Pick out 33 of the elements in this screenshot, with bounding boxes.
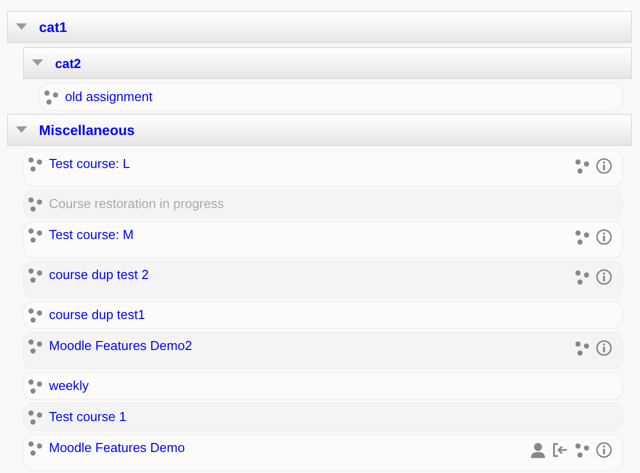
course-name[interactable]: Test course 1 xyxy=(49,409,126,425)
course-name[interactable]: Test course: M xyxy=(49,227,134,243)
network-icon xyxy=(27,227,43,243)
network-icon xyxy=(27,196,43,212)
expand-icon[interactable] xyxy=(16,23,27,31)
course-name[interactable]: Moodle Features Demo2 xyxy=(49,338,192,354)
expand-icon[interactable] xyxy=(16,126,27,134)
category-name[interactable]: cat1 xyxy=(39,19,68,35)
info-icon[interactable] xyxy=(596,158,612,174)
info-icon[interactable] xyxy=(596,442,612,458)
course-name[interactable]: course dup test1 xyxy=(49,307,146,323)
network-icon xyxy=(27,156,43,172)
course-name[interactable]: Moodle Features Demo xyxy=(49,440,185,456)
info-icon[interactable] xyxy=(596,269,612,285)
expand-icon[interactable] xyxy=(32,59,43,67)
course-name[interactable]: course dup test 2 xyxy=(49,267,149,283)
category-header[interactable]: Miscellaneous xyxy=(7,114,632,146)
category-header[interactable]: cat2 xyxy=(23,47,632,79)
network-icon xyxy=(27,440,43,456)
category-name[interactable]: Miscellaneous xyxy=(39,122,135,138)
network-icon xyxy=(27,378,43,394)
network-icon xyxy=(27,307,43,323)
network-icon xyxy=(27,267,43,283)
network-icon xyxy=(43,89,59,105)
category-header[interactable]: cat1 xyxy=(7,11,632,43)
info-icon[interactable] xyxy=(596,340,612,356)
course-name[interactable]: Test course: L xyxy=(49,156,130,172)
network-icon xyxy=(27,409,43,425)
info-icon[interactable] xyxy=(596,229,612,245)
category-name[interactable]: cat2 xyxy=(55,56,82,70)
course-name[interactable]: weekly xyxy=(49,378,89,394)
network-icon xyxy=(27,338,43,354)
course-name[interactable]: old assignment xyxy=(65,89,152,105)
